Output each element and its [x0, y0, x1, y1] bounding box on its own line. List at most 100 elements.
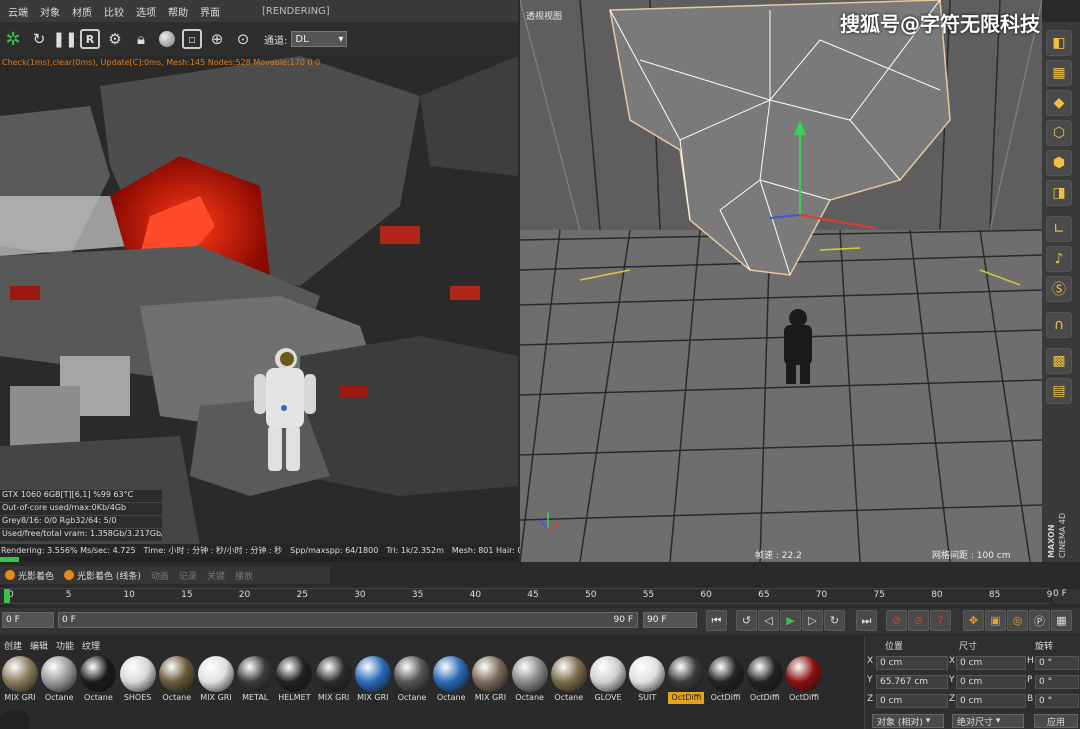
- position-field[interactable]: 65.767 cm: [876, 675, 948, 689]
- null-cube-icon[interactable]: ⬡: [1046, 120, 1072, 146]
- crop-icon[interactable]: ▫: [182, 29, 202, 49]
- prev-frame-icon[interactable]: ◁: [758, 610, 779, 631]
- material-thumb[interactable]: GLOVE: [590, 656, 626, 706]
- material-thumb[interactable]: MIX GRI: [315, 656, 352, 706]
- material-thumb[interactable]: METAL: [237, 656, 274, 706]
- coordinate-mode-select[interactable]: 对象 (相对) ▾: [872, 714, 944, 728]
- prev-key-icon[interactable]: ↺: [736, 610, 757, 631]
- material-thumb[interactable]: SUIT: [629, 656, 666, 706]
- menu-compare[interactable]: 比较: [98, 4, 130, 19]
- param-key-icon[interactable]: Ⓟ: [1029, 610, 1050, 631]
- material-thumb[interactable]: Octane: [550, 656, 587, 706]
- size-mode-select[interactable]: 绝对尺寸 ▾: [952, 714, 1024, 728]
- cube-icon[interactable]: ◧: [1046, 30, 1072, 56]
- menu-materials[interactable]: 材质: [66, 4, 98, 19]
- tab-animation[interactable]: 动画: [148, 569, 172, 582]
- tab-gouraud[interactable]: 光影着色: [2, 569, 57, 582]
- material-thumb[interactable]: MIX GRI: [472, 656, 509, 706]
- size-field[interactable]: 0 cm: [956, 694, 1026, 708]
- go-start-icon[interactable]: ⏮: [706, 610, 727, 631]
- viewport-label[interactable]: 透视视图: [526, 9, 562, 22]
- size-mode-value: 绝对尺寸: [957, 717, 994, 728]
- pin-icon[interactable]: ⊙: [232, 28, 254, 50]
- lock-grid-icon[interactable]: ▩: [1046, 348, 1072, 374]
- position-field[interactable]: 0 cm: [876, 656, 948, 670]
- timeline-tick: 50: [585, 590, 597, 600]
- region-render-icon[interactable]: R: [80, 29, 100, 49]
- tab-gouraud-lines[interactable]: 光影着色 (线条): [61, 569, 144, 582]
- menu-interface[interactable]: 界面: [194, 4, 226, 19]
- grid-key-icon[interactable]: ▦: [1051, 610, 1072, 631]
- lock-icon[interactable]: 🔒︎: [130, 28, 152, 50]
- material-thumb[interactable]: Octane: [158, 656, 195, 706]
- cube-orange-icon[interactable]: ◨: [1046, 180, 1072, 206]
- focus-pin-icon[interactable]: ⊕: [206, 28, 228, 50]
- perspective-viewport[interactable]: [520, 0, 1042, 562]
- timeline-ruler[interactable]: 051015202530354045505560657075808590: [0, 588, 1058, 604]
- magnet-icon[interactable]: ∩: [1046, 312, 1072, 338]
- start-frame-field[interactable]: 0 F: [2, 612, 54, 628]
- play-icon[interactable]: ▶: [780, 610, 801, 631]
- size-field[interactable]: 0 cm: [956, 656, 1026, 670]
- viewer-toolbar: ✲ ↻ ❚❚ R ⚙ 🔒︎ ▫ ⊕ ⊙ 通道: DL ▾: [0, 22, 518, 56]
- cube-deformer-icon[interactable]: ⬢: [1046, 150, 1072, 176]
- material-thumb[interactable]: MIX GRI: [198, 656, 234, 706]
- channel-select[interactable]: DL ▾: [291, 31, 348, 47]
- material-thumb[interactable]: Octane: [433, 656, 470, 706]
- go-end-icon[interactable]: ⏭: [856, 610, 877, 631]
- timeline-playhead[interactable]: [4, 589, 10, 603]
- material-thumb[interactable]: HELMET: [276, 656, 313, 706]
- menu-create[interactable]: 创建: [4, 639, 22, 652]
- octane-logo-icon[interactable]: ✲: [2, 28, 24, 50]
- tab-key[interactable]: 关键: [204, 569, 228, 582]
- material-sphere-icon[interactable]: [156, 28, 178, 50]
- menu-options[interactable]: 选项: [130, 4, 162, 19]
- pause-icon[interactable]: ❚❚: [52, 28, 77, 50]
- spline-icon[interactable]: ∟: [1046, 216, 1072, 242]
- gear-icon[interactable]: ⚙: [104, 28, 126, 50]
- checker-cube-icon[interactable]: ▦: [1046, 60, 1072, 86]
- material-thumb[interactable]: OctDiffi: [786, 656, 822, 706]
- material-thumb[interactable]: MIX GRI: [2, 656, 38, 706]
- material-thumb-partial[interactable]: [0, 710, 30, 729]
- apply-button[interactable]: 应用: [1034, 714, 1078, 728]
- snap-s-icon[interactable]: Ⓢ: [1046, 276, 1072, 302]
- menu-edit[interactable]: 编辑: [30, 639, 48, 652]
- material-thumb[interactable]: Octane: [394, 656, 430, 706]
- material-thumb[interactable]: Octane: [80, 656, 117, 706]
- position-field[interactable]: 0 cm: [876, 694, 948, 708]
- rotation-field[interactable]: 0 °: [1035, 656, 1079, 670]
- material-thumb[interactable]: OctDiffi: [707, 656, 744, 706]
- menu-function[interactable]: 功能: [56, 639, 74, 652]
- move-key-icon[interactable]: ✥: [963, 610, 984, 631]
- frame-range-slider[interactable]: 0 F 90 F: [58, 612, 638, 628]
- material-thumb[interactable]: MIX GRI: [354, 656, 391, 706]
- size-field[interactable]: 0 cm: [956, 675, 1026, 689]
- tweak-icon[interactable]: ♪: [1046, 246, 1072, 272]
- rotate-key-icon[interactable]: ◎: [1007, 610, 1028, 631]
- next-frame-icon[interactable]: ▷: [802, 610, 823, 631]
- autokey-icon[interactable]: ⊘: [908, 610, 929, 631]
- material-label: Octane: [515, 693, 544, 702]
- scale-key-icon[interactable]: ▣: [985, 610, 1006, 631]
- restart-icon[interactable]: ↻: [28, 28, 50, 50]
- record-icon[interactable]: ⊘: [886, 610, 907, 631]
- rotation-field[interactable]: 0 °: [1035, 694, 1079, 708]
- tab-playback[interactable]: 播放: [232, 569, 256, 582]
- menu-objects[interactable]: 对象: [34, 4, 66, 19]
- workplane-icon[interactable]: ▤: [1046, 378, 1072, 404]
- max-frame-field[interactable]: 90 F: [643, 612, 697, 628]
- material-thumb[interactable]: SHOES: [119, 656, 156, 706]
- material-thumb[interactable]: OctDiffi: [746, 656, 783, 706]
- material-thumb[interactable]: OctDiffi: [668, 656, 705, 706]
- keyframe-help-icon[interactable]: ?: [930, 610, 951, 631]
- menu-cloud[interactable]: 云端: [2, 4, 34, 19]
- tab-record[interactable]: 记录: [176, 569, 200, 582]
- material-thumb[interactable]: Octane: [511, 656, 548, 706]
- menu-help[interactable]: 帮助: [162, 4, 194, 19]
- menu-texture[interactable]: 纹理: [82, 639, 100, 652]
- rotation-field[interactable]: 0 °: [1035, 675, 1079, 689]
- material-thumb[interactable]: Octane: [41, 656, 78, 706]
- plane-icon[interactable]: ◆: [1046, 90, 1072, 116]
- next-key-icon[interactable]: ↻: [824, 610, 845, 631]
